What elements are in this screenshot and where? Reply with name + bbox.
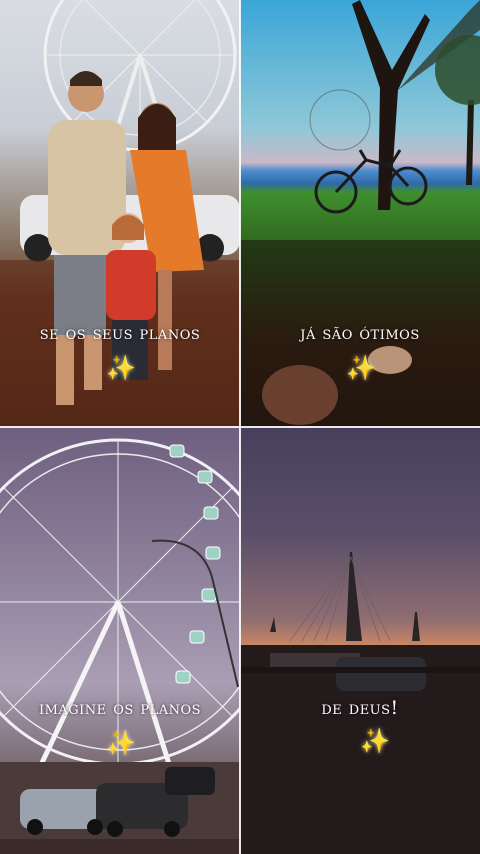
bridge-illustration [240,552,480,854]
photo-collage: se os seus planos ✨ já são ótimos ✨ imag… [0,0,480,854]
sparkle-icon: ✨ [360,727,390,755]
caption-text: de deus! [321,697,399,719]
photo-sunset-bridge: de deus! ✨ [240,427,480,854]
ferris-wheel-illustration [0,438,240,854]
sparkle-icon: ✨ [106,354,136,382]
caption-text: já são ótimos [300,322,420,344]
photo-lake-bicycle: já são ótimos ✨ [240,0,480,427]
caption-text: se os seus planos [39,322,201,344]
collage-divider-horizontal [0,426,480,428]
photo-family-ferris-wheel: se os seus planos ✨ [0,0,240,427]
photo-ferris-wheel-dusk: imagine os planos ✨ [0,427,240,854]
caption-text: imagine os planos [38,697,202,719]
sparkle-icon: ✨ [346,354,376,382]
sparkle-icon: ✨ [106,729,136,757]
